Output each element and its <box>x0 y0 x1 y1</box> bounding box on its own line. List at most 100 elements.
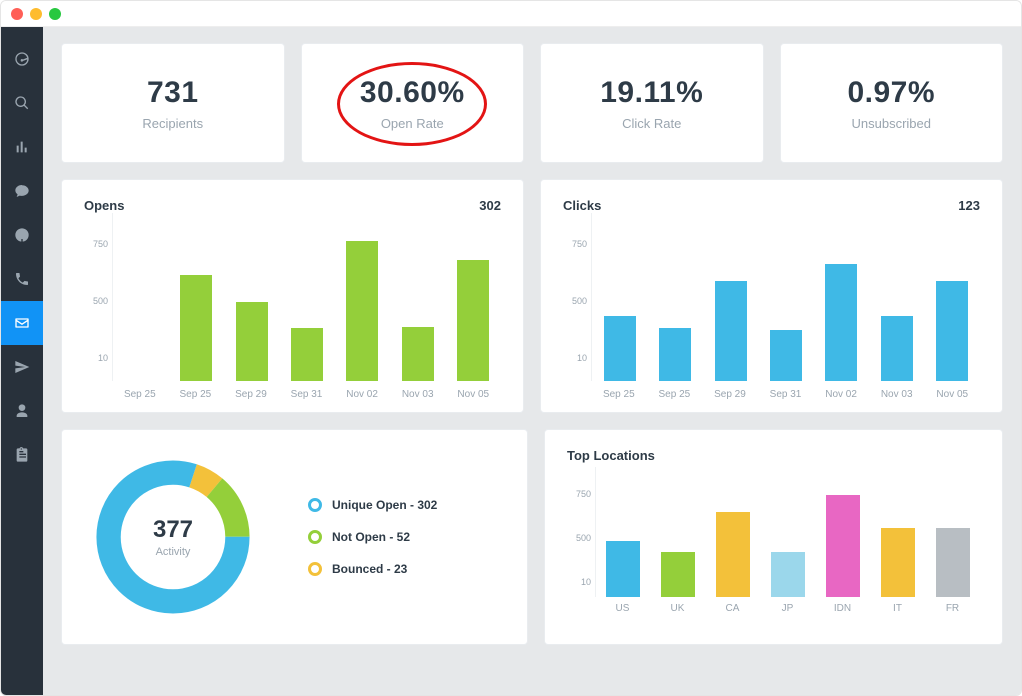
x-tick: Sep 31 <box>758 389 814 400</box>
stats-icon <box>14 139 30 155</box>
bar-col <box>758 237 813 381</box>
bar-col <box>815 487 870 597</box>
x-tick: JP <box>760 603 815 614</box>
bar <box>770 330 802 381</box>
x-axis: USUKCAJPIDNITFR <box>567 603 980 614</box>
bar <box>881 528 915 597</box>
y-tick: 10 <box>84 353 112 363</box>
x-tick: CA <box>705 603 760 614</box>
stats-row: 731 Recipients 30.60% Open Rate 19.11% C… <box>61 43 1003 163</box>
bar-col <box>647 237 702 381</box>
stat-label: Unsubscribed <box>852 116 932 131</box>
x-tick: Nov 03 <box>869 389 925 400</box>
charts-row: Opens 302 750 500 10 Sep 25Sep 25Sep 29S… <box>61 179 1003 413</box>
bar <box>402 327 434 381</box>
y-tick: 10 <box>567 577 595 587</box>
sidebar-item-search[interactable] <box>1 81 43 125</box>
sidebar-item-mail[interactable] <box>1 301 43 345</box>
bar-col <box>113 237 168 381</box>
legend-label: Not Open - 52 <box>332 530 410 544</box>
stat-value: 0.97% <box>847 76 935 110</box>
x-tick: Nov 05 <box>445 389 501 400</box>
bar-col <box>279 237 334 381</box>
donut: 377 Activity <box>88 452 258 622</box>
chart-title: Top Locations <box>567 448 980 463</box>
bar <box>180 275 212 381</box>
bar-col <box>814 237 869 381</box>
bar <box>936 281 968 381</box>
x-tick: Nov 05 <box>924 389 980 400</box>
window-close-icon[interactable] <box>11 8 23 20</box>
user-icon <box>14 403 30 419</box>
sidebar-item-send[interactable] <box>1 345 43 389</box>
chart-body: 750 500 10 <box>84 213 501 381</box>
x-tick: Nov 02 <box>334 389 390 400</box>
clipboard-icon <box>14 447 30 463</box>
bars <box>595 467 980 597</box>
x-tick: FR <box>925 603 980 614</box>
x-tick: Sep 29 <box>223 389 279 400</box>
bar-col <box>870 487 925 597</box>
stat-click-rate[interactable]: 19.11% Click Rate <box>540 43 764 163</box>
chat-icon <box>14 183 30 199</box>
content: 731 Recipients 30.60% Open Rate 19.11% C… <box>43 27 1021 695</box>
y-tick: 500 <box>84 296 112 306</box>
bar-col <box>651 487 706 597</box>
bar <box>826 495 860 597</box>
donut-center: 377 Activity <box>88 452 258 622</box>
legend-swatch-icon <box>308 498 322 512</box>
x-tick: Nov 02 <box>813 389 869 400</box>
top-locations-chart: Top Locations 750 500 10 USUKCAJPIDNITFR <box>544 429 1003 645</box>
y-tick: 750 <box>563 239 591 249</box>
bar-col <box>869 237 924 381</box>
bar <box>715 281 747 381</box>
legend-label: Unique Open - 302 <box>332 498 437 512</box>
bar <box>716 512 750 597</box>
bar <box>606 541 640 597</box>
window-minimize-icon[interactable] <box>30 8 42 20</box>
legend-swatch-icon <box>308 530 322 544</box>
stat-value: 19.11% <box>600 76 703 110</box>
x-tick: Sep 29 <box>702 389 758 400</box>
crosshair-icon <box>14 227 30 243</box>
sidebar-item-crosshair[interactable] <box>1 213 43 257</box>
activity-label: Activity <box>156 546 191 558</box>
phone-icon <box>14 271 30 287</box>
stat-open-rate[interactable]: 30.60% Open Rate <box>301 43 525 163</box>
sidebar-item-clipboard[interactable] <box>1 433 43 477</box>
bar-col <box>224 237 279 381</box>
x-tick: Sep 25 <box>168 389 224 400</box>
chart-body: 750 500 10 <box>563 213 980 381</box>
sidebar-item-dashboard[interactable] <box>1 37 43 81</box>
bar-col <box>446 237 501 381</box>
send-icon <box>14 359 30 375</box>
bar-col <box>596 487 651 597</box>
bar <box>936 528 970 597</box>
bar-col <box>592 237 647 381</box>
search-icon <box>14 95 30 111</box>
legend-swatch-icon <box>308 562 322 576</box>
mail-icon <box>14 315 30 331</box>
legend-unique-open: Unique Open - 302 <box>308 498 437 512</box>
clicks-chart: Clicks 123 750 500 10 Sep 25Sep 25Sep 29… <box>540 179 1003 413</box>
stat-recipients[interactable]: 731 Recipients <box>61 43 285 163</box>
x-tick: UK <box>650 603 705 614</box>
bar <box>881 316 913 381</box>
x-axis: Sep 25Sep 25Sep 29Sep 31Nov 02Nov 03Nov … <box>84 389 501 400</box>
bar-col <box>925 237 980 381</box>
bar <box>457 260 489 381</box>
sidebar-item-user[interactable] <box>1 389 43 433</box>
sidebar-item-stats[interactable] <box>1 125 43 169</box>
window-zoom-icon[interactable] <box>49 8 61 20</box>
sidebar <box>1 27 43 695</box>
legend-bounced: Bounced - 23 <box>308 562 437 576</box>
x-tick: Nov 03 <box>390 389 446 400</box>
sidebar-item-phone[interactable] <box>1 257 43 301</box>
bars <box>591 213 980 381</box>
x-tick: IT <box>870 603 925 614</box>
bars <box>112 213 501 381</box>
bar-col <box>335 237 390 381</box>
stat-unsubscribed[interactable]: 0.97% Unsubscribed <box>780 43 1004 163</box>
x-tick: Sep 25 <box>112 389 168 400</box>
sidebar-item-chat[interactable] <box>1 169 43 213</box>
